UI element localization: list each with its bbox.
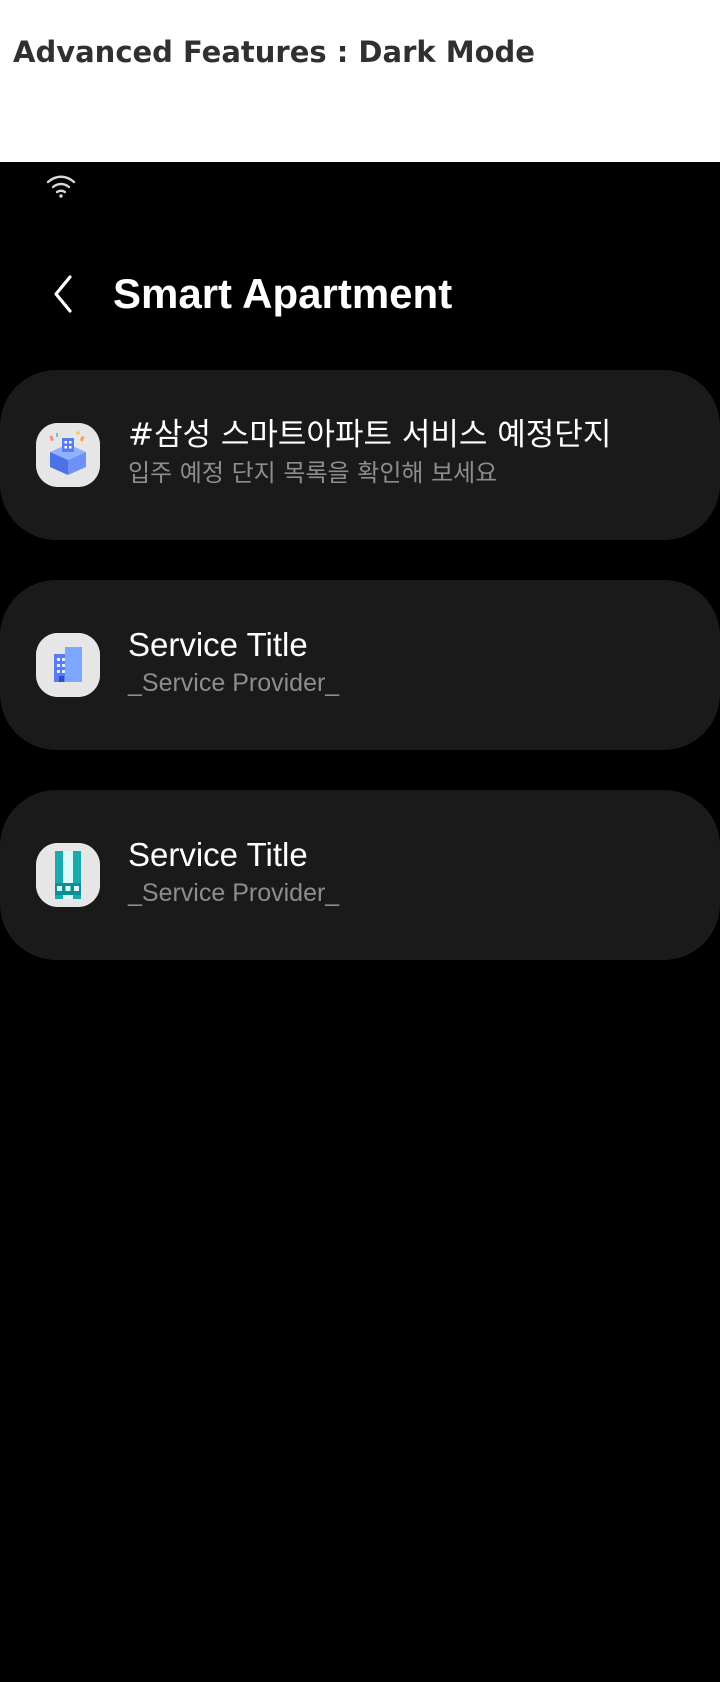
status-bar [0,162,720,222]
service-card-scheduled-complexes[interactable]: #삼성 스마트아파트 서비스 예정단지 입주 예정 단지 목록을 확인해 보세요 [0,370,720,540]
service-provider: _Service Provider_ [128,669,340,697]
chevron-left-icon [54,275,72,313]
app-bar: Smart Apartment [0,257,720,337]
service-card-provider-2[interactable]: Service Title _Service Provider_ [0,790,720,960]
document-header: Advanced Features : Dark Mode [0,0,720,162]
service-title: #삼성 스마트아파트 서비스 예정단지 [128,417,612,453]
service-card-provider-1[interactable]: Service Title _Service Provider_ [0,580,720,750]
page-title: Smart Apartment [113,270,453,317]
apartment-tower-icon [36,843,100,907]
service-subtitle: 입주 예정 단지 목록을 확인해 보세요 [128,459,498,487]
service-title: Service Title [128,836,308,873]
back-button[interactable] [36,267,90,321]
service-title: Service Title [128,626,308,663]
wifi-icon [46,175,76,198]
apartment-building-icon [36,633,100,697]
smart-apartment-screen: Smart Apartment #삼성 스마트아파트 서비스 예정단지 입주 예… [0,162,720,1682]
service-provider: _Service Provider_ [128,879,340,907]
document-title: Advanced Features : Dark Mode [13,35,535,69]
apartment-gift-box-icon [36,423,100,487]
